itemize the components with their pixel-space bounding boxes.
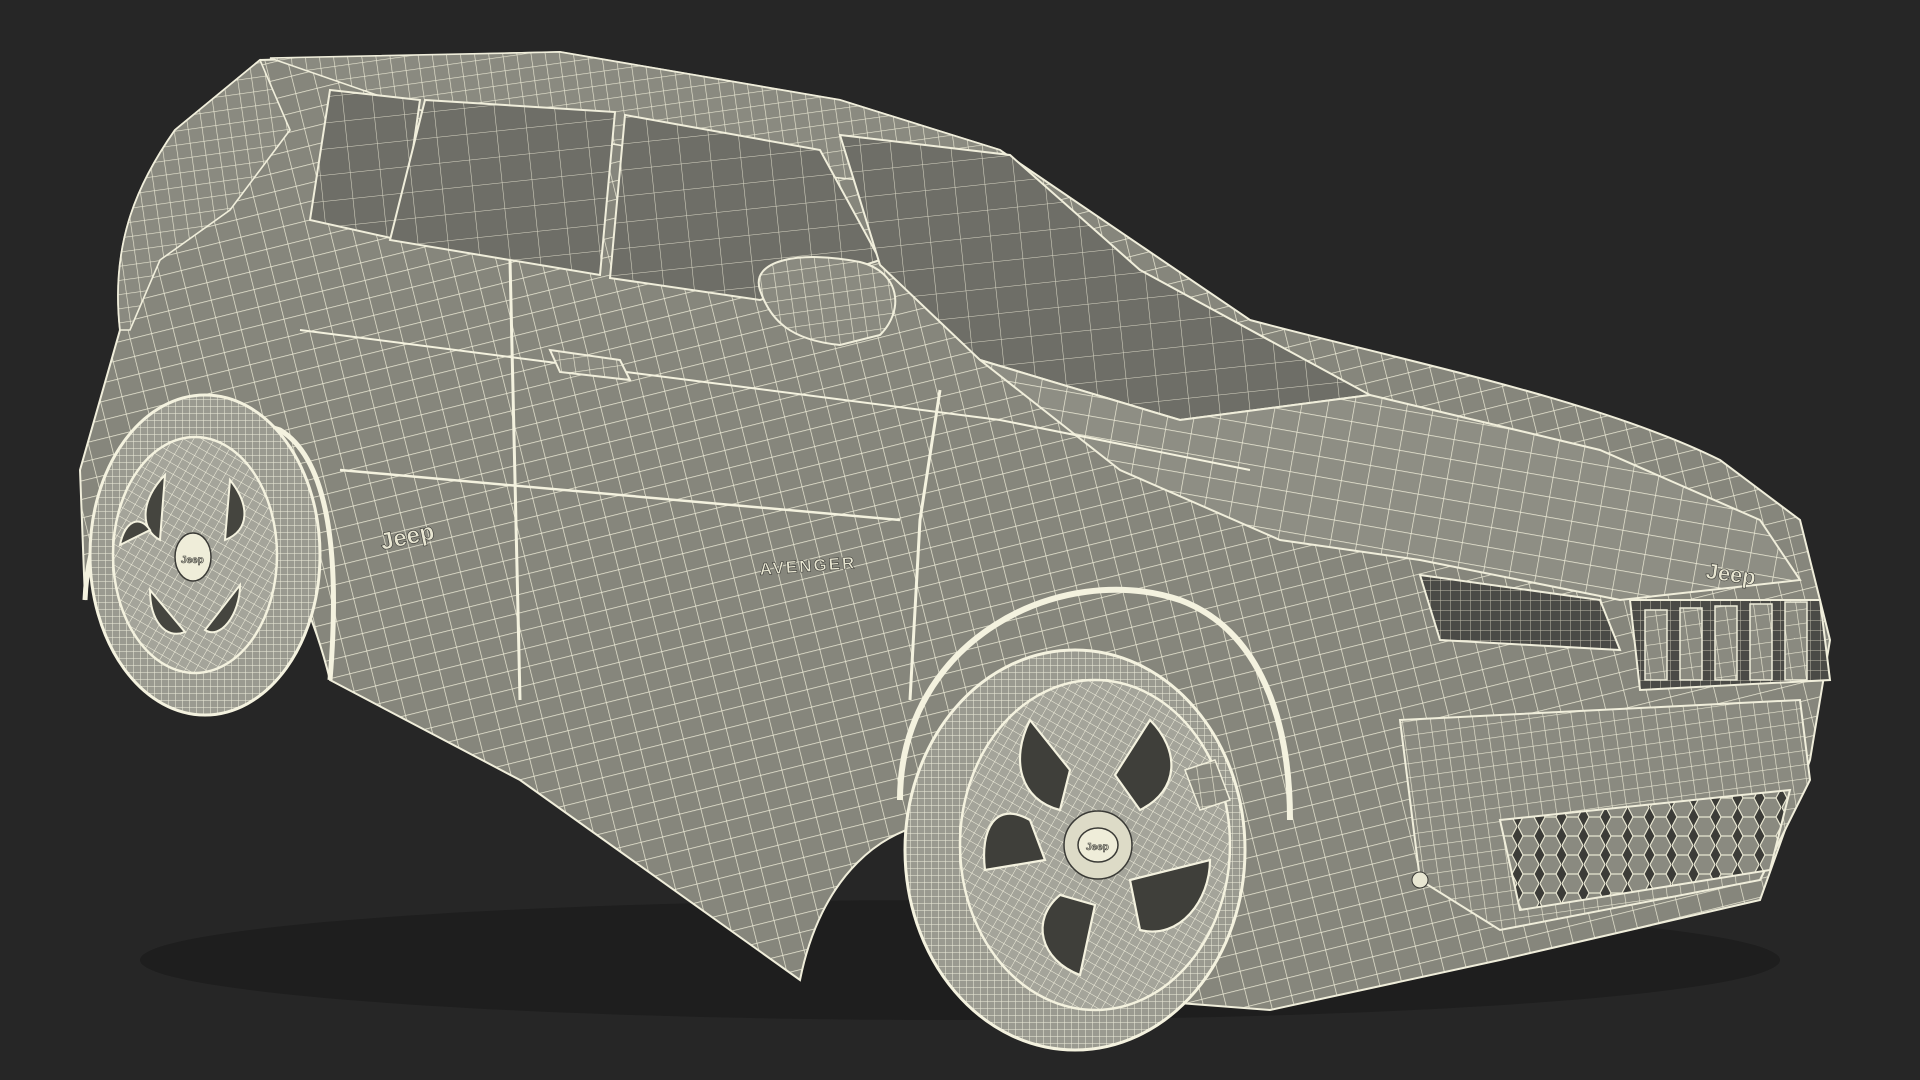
front-grille xyxy=(1628,599,1832,692)
render-viewport: Jeep AVENGER Jeep Jeep Jeep xyxy=(0,0,1920,1080)
front-wheel: Jeep xyxy=(903,648,1247,1052)
wireframe-car-render: Jeep AVENGER Jeep Jeep Jeep xyxy=(78,50,1832,1052)
front-hub-logo: Jeep xyxy=(1086,842,1109,853)
rear-wheel: Jeep xyxy=(88,393,322,717)
fog-light xyxy=(1411,871,1429,889)
rear-hub-logo: Jeep xyxy=(181,555,204,566)
